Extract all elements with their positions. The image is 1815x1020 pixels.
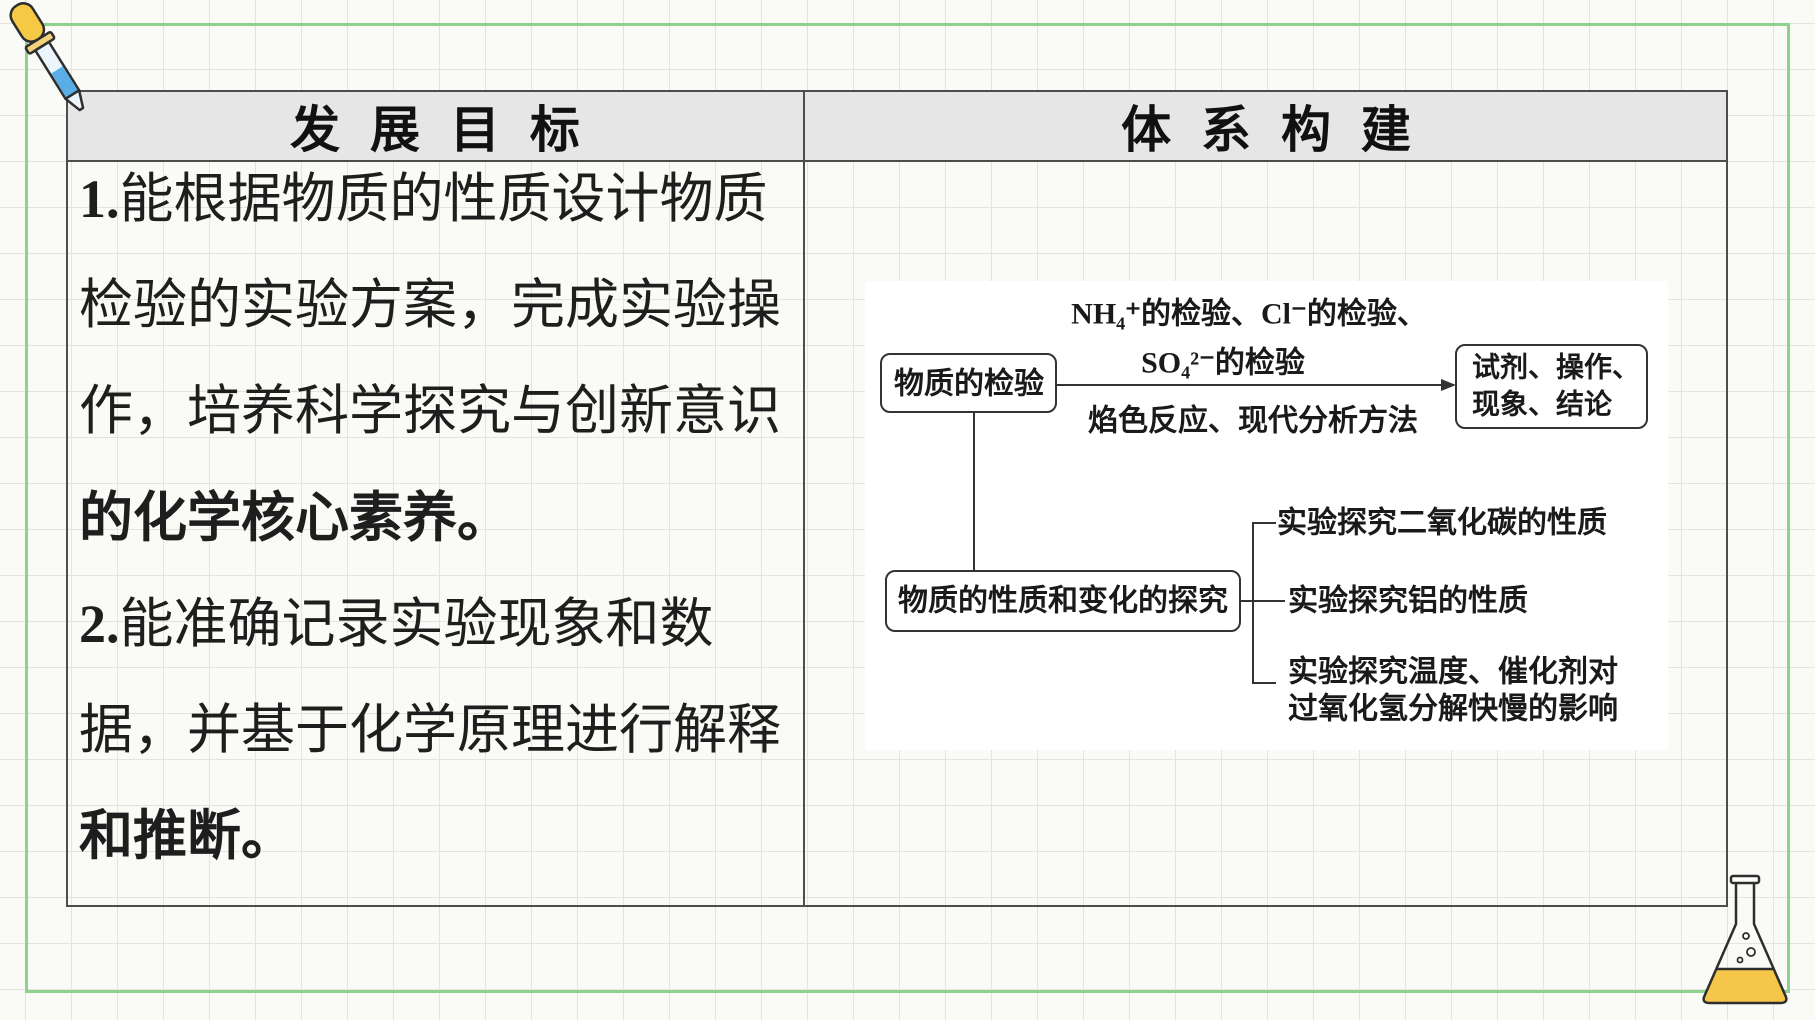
node-exploration-label: 物质的性质和变化的探究 [898, 584, 1228, 618]
experiment-co2: 实验探究二氧化碳的性质 [1277, 506, 1607, 540]
goal-2-text-1: 能准确记录实验现象和数 [119, 594, 714, 654]
flask-liquid [1703, 969, 1787, 1003]
goal-2-line-3: 和推断。 [79, 806, 295, 866]
goal-2-line-1: 2.能准确记录实验现象和数 [79, 594, 714, 654]
goal-1-line-1: 1.能根据物质的性质设计物质 [79, 169, 768, 229]
experiment-aluminum: 实验探究铝的性质 [1288, 584, 1528, 618]
experiment-h2o2-line-1: 实验探究温度、催化剂对 [1288, 655, 1618, 689]
flask-bubble [1742, 932, 1750, 940]
node-detection-label: 物质的检验 [894, 367, 1044, 401]
column-divider [803, 90, 805, 907]
dropper-icon [9, 2, 85, 112]
method-label-ions-1: NH₄⁺的检验、Cl⁻的检验、 [1071, 297, 1427, 331]
goal-1-line-4: 的化学核心素养。 [79, 488, 511, 548]
node-outcome-line-2: 现象、结论 [1472, 388, 1613, 421]
header-development-goals: 发 展 目 标 [290, 102, 588, 158]
goal-1-line-2: 检验的实验方案，完成实验操 [79, 275, 781, 335]
concept-map: 物质的检验 NH₄⁺的检验、Cl⁻的检验、 SO₄²⁻的检验 焰色反应、现代分析… [865, 281, 1668, 750]
flask-bubble [1736, 956, 1744, 964]
goal-1-number: 1. [79, 169, 120, 229]
flask-bubble [1746, 947, 1756, 957]
goal-2-line-2: 据，并基于化学原理进行解释 [79, 700, 781, 760]
flask-icon [1702, 874, 1788, 1005]
header-system-construction: 体 系 构 建 [1121, 102, 1419, 158]
slide: 发 展 目 标 体 系 构 建 1.能根据物质的性质设计物质 检验的实验方案，完… [0, 0, 1815, 1020]
method-label-flame: 焰色反应、现代分析方法 [1088, 404, 1418, 438]
experiment-h2o2-line-2: 过氧化氢分解快慢的影响 [1288, 693, 1618, 726]
node-outcome-line-1: 试剂、操作、 [1472, 352, 1640, 384]
goal-1-line-3: 作，培养科学探究与创新意识 [79, 381, 781, 441]
method-label-ions-2: SO₄²⁻的检验 [1141, 346, 1305, 380]
flask-rim [1729, 874, 1761, 885]
goal-1-text-1: 能根据物质的性质设计物质 [119, 169, 768, 229]
goal-2-number: 2. [79, 594, 120, 654]
